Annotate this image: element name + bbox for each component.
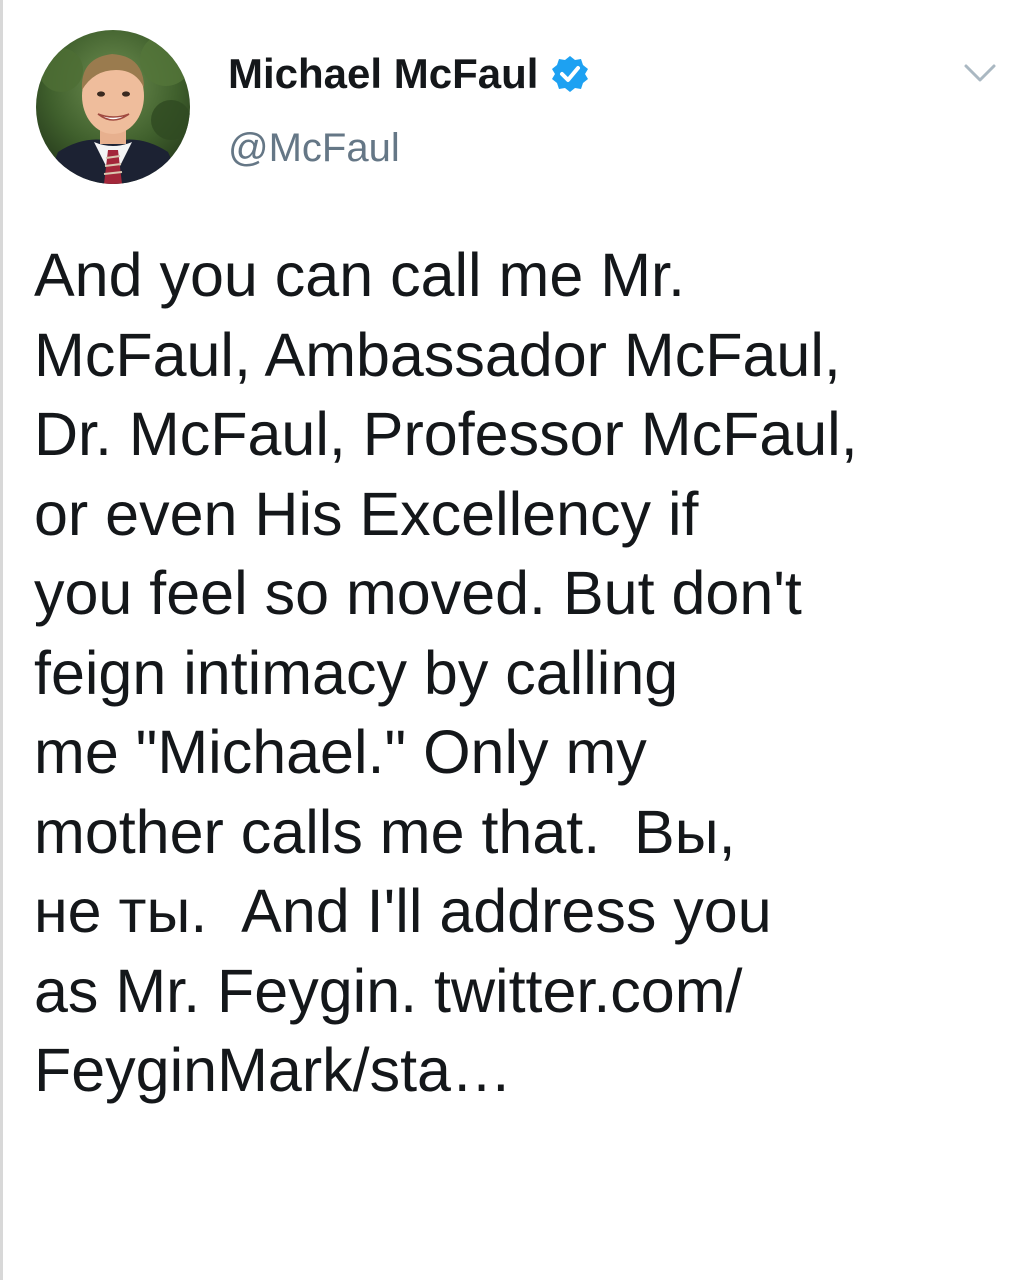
- display-name[interactable]: Michael McFaul: [228, 46, 538, 102]
- verified-badge-icon: [552, 56, 589, 92]
- user-handle[interactable]: @McFaul: [228, 122, 400, 174]
- avatar-photo: [36, 30, 190, 184]
- display-name-row[interactable]: Michael McFaul: [228, 46, 590, 102]
- tweet-link[interactable]: FeyginMark/sta…: [34, 1031, 1004, 1111]
- tweet-text-line: me "Michael." Only my: [34, 718, 647, 786]
- tweet-text-line: or even His Excellency if: [34, 479, 699, 548]
- tweet-text-line: Dr. McFaul, Professor McFaul,: [34, 400, 858, 468]
- tweet-text-line[interactable]: as Mr. Feygin. twitter.com/: [34, 952, 1004, 1032]
- tweet-text-line: McFaul, Ambassador McFaul,: [34, 320, 841, 389]
- tweet-text-line: не ты. And I'll address you: [34, 877, 772, 945]
- tweet-text: And you can call me Mr. McFaul, Ambassad…: [34, 236, 1004, 1111]
- avatar[interactable]: [36, 30, 190, 184]
- tweet-card: Michael McFaul @McFaul And you can call …: [0, 0, 1032, 1280]
- chevron-down-icon[interactable]: [960, 58, 1000, 86]
- screen-edge-divider: [0, 0, 3, 1280]
- tweet-text-line: you feel so moved. But don't: [34, 559, 802, 627]
- tweet-text-line: mother calls me that. Вы,: [34, 797, 736, 866]
- tweet-text-line: feign intimacy by calling: [34, 638, 679, 707]
- tweet-text-line: And you can call me Mr.: [34, 241, 685, 309]
